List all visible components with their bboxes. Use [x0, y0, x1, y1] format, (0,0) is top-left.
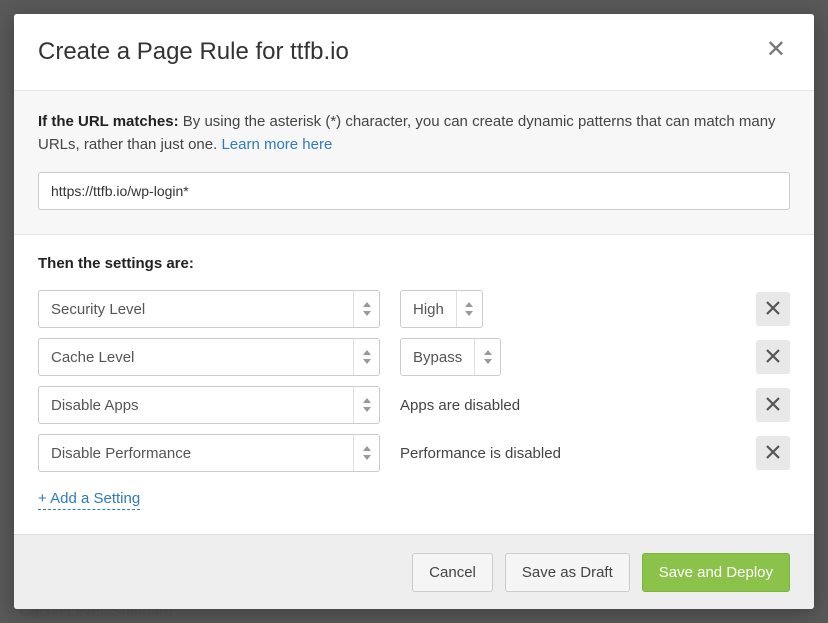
- remove-setting-button[interactable]: [756, 292, 790, 326]
- sort-arrows-icon[interactable]: [353, 435, 379, 471]
- setting-name-select[interactable]: Cache Level: [38, 338, 380, 376]
- learn-more-link[interactable]: Learn more here: [221, 136, 332, 153]
- sort-arrows-icon[interactable]: [353, 291, 379, 327]
- close-icon: [766, 395, 780, 416]
- add-setting-link[interactable]: + Add a Setting: [38, 490, 140, 510]
- remove-setting-button[interactable]: [756, 436, 790, 470]
- modal-header: Create a Page Rule for ttfb.io ✕: [14, 14, 814, 90]
- settings-section: Then the settings are: Security Level Hig…: [14, 234, 814, 534]
- setting-name-select[interactable]: Security Level: [38, 290, 380, 328]
- url-match-label: If the URL matches:: [38, 113, 179, 130]
- settings-rows: Security Level High Cache Level Bypass Disab…: [38, 290, 790, 472]
- setting-static-text: Apps are disabled: [400, 397, 520, 414]
- setting-name-select[interactable]: Disable Performance: [38, 434, 380, 472]
- save-deploy-button[interactable]: Save and Deploy: [642, 553, 790, 592]
- setting-value-select[interactable]: Bypass: [400, 338, 501, 376]
- setting-row: Security Level High: [38, 290, 790, 328]
- select-label: High: [401, 301, 456, 318]
- modal-title: Create a Page Rule for ttfb.io: [38, 38, 349, 66]
- settings-heading: Then the settings are:: [38, 255, 790, 272]
- select-label: Disable Performance: [39, 445, 353, 462]
- setting-value-select[interactable]: High: [400, 290, 483, 328]
- close-icon: ✕: [766, 36, 786, 63]
- select-label: Cache Level: [39, 349, 353, 366]
- sort-arrows-icon[interactable]: [353, 387, 379, 423]
- select-label: Security Level: [39, 301, 353, 318]
- select-label: Disable Apps: [39, 397, 353, 414]
- close-icon: [766, 347, 780, 368]
- setting-static-text: Performance is disabled: [400, 445, 561, 462]
- close-icon: [766, 443, 780, 464]
- save-draft-button[interactable]: Save as Draft: [505, 553, 630, 592]
- close-button[interactable]: ✕: [762, 38, 790, 62]
- sort-arrows-icon[interactable]: [353, 339, 379, 375]
- page-rule-modal: Create a Page Rule for ttfb.io ✕ If the …: [14, 14, 814, 609]
- url-match-help: If the URL matches: By using the asteris…: [38, 111, 790, 156]
- sort-arrows-icon[interactable]: [456, 291, 482, 327]
- setting-row: Cache Level Bypass: [38, 338, 790, 376]
- modal-footer: Cancel Save as Draft Save and Deploy: [14, 534, 814, 609]
- setting-row: Disable Apps Apps are disabled: [38, 386, 790, 424]
- select-label: Bypass: [401, 349, 474, 366]
- setting-name-select[interactable]: Disable Apps: [38, 386, 380, 424]
- close-icon: [766, 299, 780, 320]
- setting-row: Disable Performance Performance is disabl…: [38, 434, 790, 472]
- url-pattern-input[interactable]: [38, 172, 790, 210]
- url-match-section: If the URL matches: By using the asteris…: [14, 90, 814, 234]
- remove-setting-button[interactable]: [756, 388, 790, 422]
- sort-arrows-icon[interactable]: [474, 339, 500, 375]
- remove-setting-button[interactable]: [756, 340, 790, 374]
- cancel-button[interactable]: Cancel: [412, 553, 493, 592]
